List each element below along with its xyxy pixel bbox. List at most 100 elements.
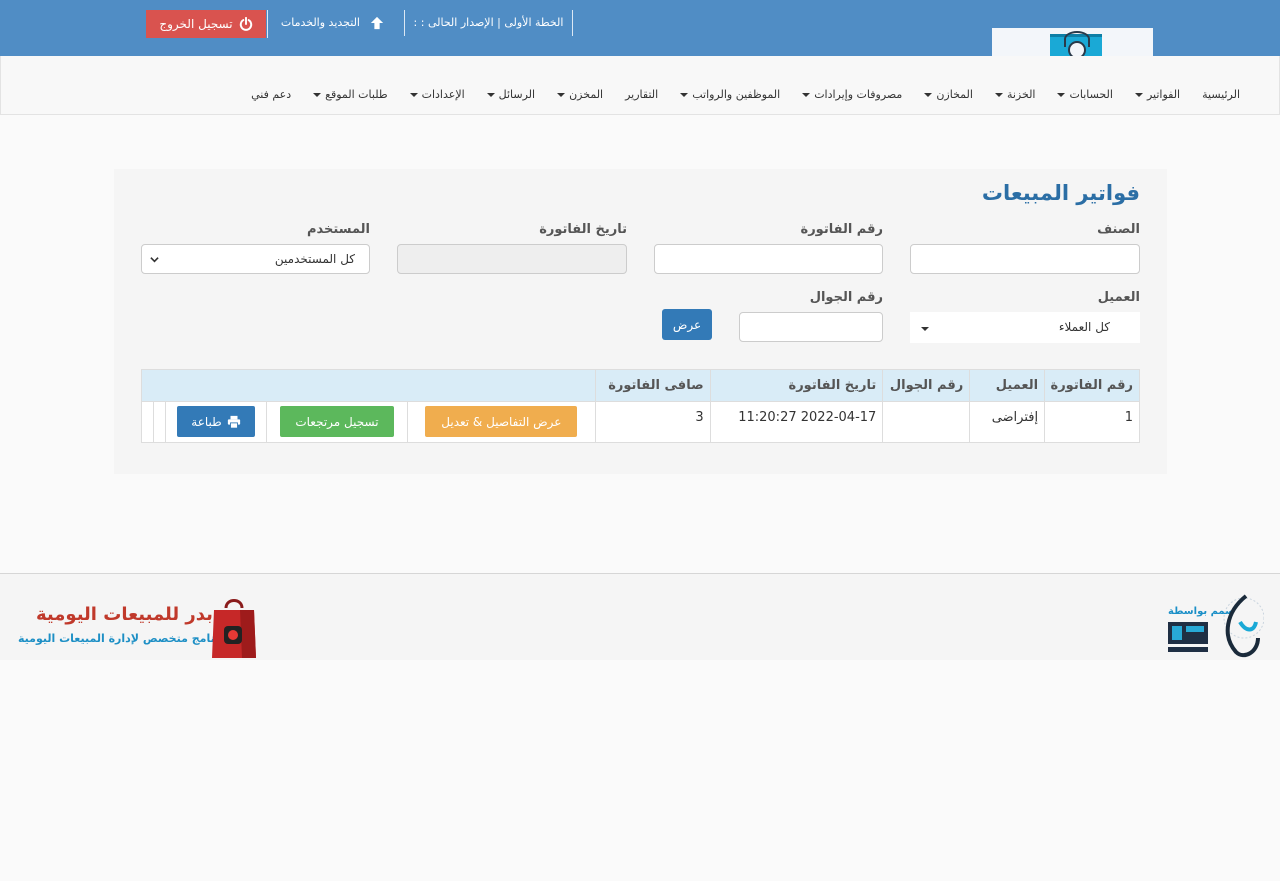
nav-item-12[interactable]: دعم فني <box>240 88 302 101</box>
header-customer: العميل <box>969 369 1046 402</box>
power-icon <box>239 17 252 31</box>
category-input[interactable] <box>910 244 1140 274</box>
cell-net: 3 <box>594 401 711 443</box>
table-header-row: رقم الفاتورة العميل رقم الجوال تاريخ الف… <box>141 369 1140 402</box>
shopping-bag-icon <box>212 599 256 658</box>
nav-item-label: مصروفات وإيرادات <box>814 88 903 101</box>
nav-item-label: الإعدادات <box>421 88 465 101</box>
chevron-down-icon <box>150 257 159 263</box>
caret-down-icon <box>1134 93 1143 97</box>
nav-item-11[interactable]: طلبات الموقع <box>302 88 398 101</box>
nav-item-label: الخزنة <box>1006 88 1036 101</box>
cell-date: 2022-04-17 11:20:27 <box>709 401 884 443</box>
nav-item-1[interactable]: الفواتير <box>1124 88 1191 101</box>
nav-item-10[interactable]: الإعدادات <box>399 88 476 101</box>
page-title: فواتير المبيعات <box>981 181 1140 205</box>
nav-item-0[interactable]: الرئيسية <box>1191 88 1251 101</box>
customer-select-value: كل العملاء <box>1058 320 1110 334</box>
plan-version-link[interactable]: الخطة الأولى | الإصدار الحالى : : <box>404 10 573 36</box>
sales-invoices-panel: فواتير المبيعات الصنف رقم الفاتورة تاريخ… <box>114 169 1167 474</box>
nav-item-5[interactable]: مصروفات وإيرادات <box>791 88 913 101</box>
logout-button[interactable]: تسجيل الخروج <box>146 10 266 38</box>
invoices-table: رقم الفاتورة العميل رقم الجوال تاريخ الف… <box>140 369 1140 443</box>
caret-down-icon <box>557 93 566 97</box>
user-select[interactable]: كل المستخدمين <box>141 244 370 274</box>
cell-mobile <box>882 401 971 443</box>
main-navbar: الرئيسية الفواتير الحسابات الخزنة المخازن مصر… <box>0 56 1280 115</box>
caret-down-icon <box>921 327 929 331</box>
product-tagline: برنامج متخصص لإدارة المبيعات اليومية <box>18 632 226 645</box>
developer-wordmark-icon <box>1168 622 1208 652</box>
nav-item-9[interactable]: الرسائل <box>476 88 546 101</box>
nav-item-label: الرسائل <box>498 88 536 101</box>
customer-label: العميل <box>1097 290 1140 305</box>
invoice-date-input[interactable] <box>397 244 627 274</box>
table-row: 1 إفتراضى 2022-04-17 11:20:27 3 عرض التف… <box>140 401 1140 443</box>
header-mobile: رقم الجوال <box>882 369 971 402</box>
product-brand[interactable]: بدر للمبيعات اليومية برنامج متخصص لإدارة… <box>14 592 264 662</box>
show-button[interactable]: عرض <box>662 309 712 340</box>
nav-item-label: المخازن <box>936 88 973 101</box>
invoice-no-label: رقم الفاتورة <box>800 222 883 237</box>
logo-bag-icon <box>1050 31 1102 56</box>
nav-item-label: الفواتير <box>1146 88 1181 101</box>
cell-returns: تسجيل مرتجعات <box>265 401 408 443</box>
logout-label: تسجيل الخروج <box>159 17 233 31</box>
cell-details: عرض التفاصيل & تعديل <box>406 401 596 443</box>
invoice-date-label: تاريخ الفاتورة <box>539 222 627 237</box>
nav-item-label: طلبات الموقع <box>325 88 388 101</box>
print-button[interactable]: طباعة <box>176 406 255 437</box>
details-edit-button[interactable]: عرض التفاصيل & تعديل <box>425 406 578 437</box>
product-title: بدر للمبيعات اليومية <box>36 604 213 625</box>
register-returns-button[interactable]: تسجيل مرتجعات <box>279 406 394 437</box>
arrow-up-icon <box>370 16 384 30</box>
top-divider <box>267 10 268 38</box>
nav-item-2[interactable]: الحسابات <box>1046 88 1123 101</box>
cell-empty-1 <box>153 401 167 443</box>
renew-services-label: التجديد والخدمات <box>280 16 360 29</box>
invoice-no-input[interactable] <box>654 244 883 274</box>
mobile-input[interactable] <box>739 312 883 342</box>
category-label: الصنف <box>1097 222 1140 237</box>
mobile-label: رقم الجوال <box>809 290 883 305</box>
caret-down-icon <box>680 93 689 97</box>
nav-item-label: دعم فني <box>251 88 292 101</box>
caret-down-icon <box>1057 93 1066 97</box>
developer-brand[interactable]: صمم بواسطة <box>1166 592 1266 662</box>
printer-icon <box>227 415 240 429</box>
caret-down-icon <box>486 93 495 97</box>
cell-customer: إفتراضى <box>969 401 1046 443</box>
print-label: طباعة <box>191 414 222 429</box>
app-logo[interactable] <box>992 28 1153 56</box>
nav-item-label: الحسابات <box>1069 88 1113 101</box>
nav-menu: الرئيسية الفواتير الحسابات الخزنة المخازن مصر… <box>240 88 1251 101</box>
user-select-value: كل المستخدمين <box>274 252 355 266</box>
nav-item-6[interactable]: الموظفين والرواتب <box>669 88 791 101</box>
header-actions <box>141 369 596 402</box>
nav-item-label: المخزن <box>569 88 604 101</box>
developer-logo-icon <box>1223 594 1264 658</box>
cell-invoice-no: 1 <box>1044 401 1140 443</box>
nav-item-7[interactable]: التقارير <box>614 88 669 101</box>
cell-print: طباعة <box>165 401 267 443</box>
cell-empty-2 <box>140 401 155 443</box>
customer-select[interactable]: كل العملاء <box>910 312 1140 343</box>
footer: بدر للمبيعات اليومية برنامج متخصص لإدارة… <box>0 573 1280 660</box>
nav-item-label: التقارير <box>625 88 659 101</box>
header-net: صافى الفاتورة <box>594 369 711 402</box>
caret-down-icon <box>313 93 322 97</box>
caret-down-icon <box>802 93 811 97</box>
nav-item-8[interactable]: المخزن <box>546 88 614 101</box>
nav-item-3[interactable]: الخزنة <box>984 88 1047 101</box>
nav-item-label: الرئيسية <box>1202 88 1240 101</box>
user-label: المستخدم <box>307 222 370 237</box>
caret-down-icon <box>924 93 933 97</box>
header-date: تاريخ الفاتورة <box>709 369 884 402</box>
header-invoice-no: رقم الفاتورة <box>1044 369 1140 402</box>
caret-down-icon <box>994 93 1003 97</box>
top-bar: الخطة الأولى | الإصدار الحالى : : التجدي… <box>0 0 1280 56</box>
nav-item-4[interactable]: المخازن <box>913 88 984 101</box>
nav-item-label: الموظفين والرواتب <box>692 88 781 101</box>
renew-services-link[interactable]: التجديد والخدمات <box>268 10 396 36</box>
caret-down-icon <box>409 93 418 97</box>
